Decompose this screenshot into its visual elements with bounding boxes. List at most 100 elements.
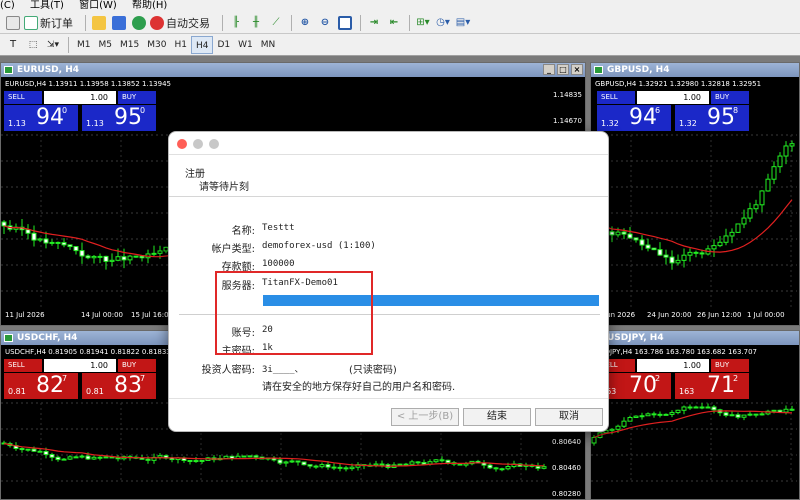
- candle-body: [319, 464, 325, 468]
- timeframe-mn[interactable]: MN: [257, 36, 280, 54]
- candle-body: [615, 425, 621, 430]
- indicators-button[interactable]: ⊞▾: [414, 14, 432, 32]
- candle-body: [37, 238, 43, 241]
- candle-body: [669, 256, 675, 264]
- buy-button[interactable]: BUY: [118, 359, 156, 372]
- candle-body: [783, 145, 789, 157]
- zoom-in-icon: ⊕: [300, 17, 310, 28]
- timeframe-m15[interactable]: M15: [116, 36, 143, 54]
- candle-body: [121, 256, 127, 261]
- candle-body: [651, 247, 657, 251]
- candle-body: [669, 412, 675, 415]
- candle-body: [687, 406, 693, 409]
- candle-body: [73, 246, 79, 252]
- bar-chart-button[interactable]: ╟: [227, 14, 245, 32]
- price-label: 1.14835: [553, 91, 582, 99]
- menu-window[interactable]: 窗口(W): [79, 0, 117, 11]
- new-order-icon: [24, 15, 38, 30]
- zoom-dot[interactable]: [209, 139, 219, 149]
- price-pips: 83: [114, 373, 142, 398]
- buy-price[interactable]: 0.81 83 7: [82, 373, 156, 399]
- candle-body: [31, 232, 37, 241]
- tile-windows-button[interactable]: [336, 14, 354, 32]
- buy-price[interactable]: 163 71 2: [675, 373, 749, 399]
- minimize-dot[interactable]: [193, 139, 203, 149]
- label-tool-button[interactable]: ⬚: [24, 36, 42, 54]
- candle-body: [79, 250, 85, 257]
- chart-window-usdjpy[interactable]: USDJPY, H4 USDJPY,H4 163.786 163.780 163…: [590, 330, 800, 500]
- sell-button[interactable]: SELL: [4, 359, 42, 372]
- lot-input[interactable]: 1.00: [637, 91, 709, 104]
- investor-password-value: 3i____、: [262, 365, 304, 375]
- candle-body: [627, 416, 633, 422]
- sell-button[interactable]: SELL: [597, 91, 635, 104]
- sell-price[interactable]: 1.32 94 6: [597, 105, 671, 131]
- line-chart-button[interactable]: ⟋: [267, 14, 285, 32]
- candle-body: [151, 252, 157, 255]
- cancel-button[interactable]: 取消: [535, 408, 603, 426]
- new-chart-button[interactable]: [4, 14, 22, 32]
- chart-shift-button[interactable]: ⇤: [385, 14, 403, 32]
- timeframe-m1[interactable]: M1: [73, 36, 95, 54]
- candle-body: [783, 408, 789, 413]
- buy-price[interactable]: 1.32 95 8: [675, 105, 749, 131]
- lot-input[interactable]: 1.00: [44, 91, 116, 104]
- timeframe-m30[interactable]: M30: [143, 36, 170, 54]
- terminal-button[interactable]: [110, 14, 128, 32]
- candle-body: [241, 455, 247, 458]
- templates-button[interactable]: ▤▾: [454, 14, 472, 32]
- market-watch-button[interactable]: [130, 14, 148, 32]
- chart-window-gbpusd[interactable]: GBPUSD, H4 GBPUSD,H4 1.32921 1.32980 1.3…: [590, 62, 800, 326]
- menu-tools[interactable]: 工具(T): [30, 0, 64, 11]
- candle-body: [397, 463, 403, 466]
- timeframe-h1[interactable]: H1: [170, 36, 191, 54]
- sell-price[interactable]: 0.81 82 7: [4, 373, 78, 399]
- candlestick-button[interactable]: ╫: [247, 14, 265, 32]
- candle-body: [609, 231, 615, 236]
- zoom-out-button[interactable]: ⊖: [316, 14, 334, 32]
- sell-button[interactable]: SELL: [4, 91, 42, 104]
- autoscroll-button[interactable]: ⇥: [365, 14, 383, 32]
- candle-body: [79, 455, 85, 458]
- timeframe-h4[interactable]: H4: [190, 35, 214, 54]
- new-order-button[interactable]: 新订单: [24, 14, 79, 32]
- candle-body: [627, 233, 633, 239]
- dialog-divider: [169, 398, 608, 399]
- finish-button[interactable]: 结束: [463, 408, 531, 426]
- buy-button[interactable]: BUY: [711, 359, 749, 372]
- candle-body: [109, 259, 115, 262]
- timeframe-m5[interactable]: M5: [95, 36, 117, 54]
- periods-button[interactable]: ◷▾: [434, 14, 452, 32]
- menu-help[interactable]: 帮助(H): [132, 0, 167, 11]
- price-label: 1.14670: [553, 117, 582, 125]
- candle-body: [493, 467, 499, 470]
- timeframe-w1[interactable]: W1: [234, 36, 257, 54]
- price-label: 0.80640: [552, 438, 581, 446]
- candle-body: [415, 461, 421, 464]
- buy-button[interactable]: BUY: [118, 91, 156, 104]
- text-tool-button[interactable]: T: [4, 36, 22, 54]
- candle-body: [301, 461, 307, 466]
- candle-body: [711, 245, 717, 250]
- timeframe-d1[interactable]: D1: [213, 36, 234, 54]
- sell-price[interactable]: 1.13 94 0: [4, 105, 78, 131]
- lot-input[interactable]: 1.00: [637, 359, 709, 372]
- candle-body: [705, 406, 711, 409]
- buy-button[interactable]: BUY: [711, 91, 749, 104]
- price-pips: 95: [707, 105, 735, 130]
- close-dot[interactable]: [177, 139, 187, 149]
- menu-bar: (C) 工具(T) 窗口(W) 帮助(H): [0, 0, 800, 12]
- zoom-in-button[interactable]: ⊕: [296, 14, 314, 32]
- candle-body: [609, 428, 615, 431]
- auto-trade-button[interactable]: 自动交易: [150, 14, 216, 32]
- buy-price[interactable]: 1.13 95 0: [82, 105, 156, 131]
- lot-input[interactable]: 1.00: [44, 359, 116, 372]
- menu-item[interactable]: (C): [0, 0, 15, 11]
- meta-editor-button[interactable]: [90, 14, 108, 32]
- back-button[interactable]: < 上一步(B): [391, 408, 459, 426]
- candle-body: [145, 458, 151, 461]
- price-pips: 71: [707, 373, 735, 398]
- arrows-tool-button[interactable]: ⇲▾: [44, 36, 62, 54]
- label-icon: ⬚: [28, 39, 38, 50]
- candle-body: [343, 467, 349, 470]
